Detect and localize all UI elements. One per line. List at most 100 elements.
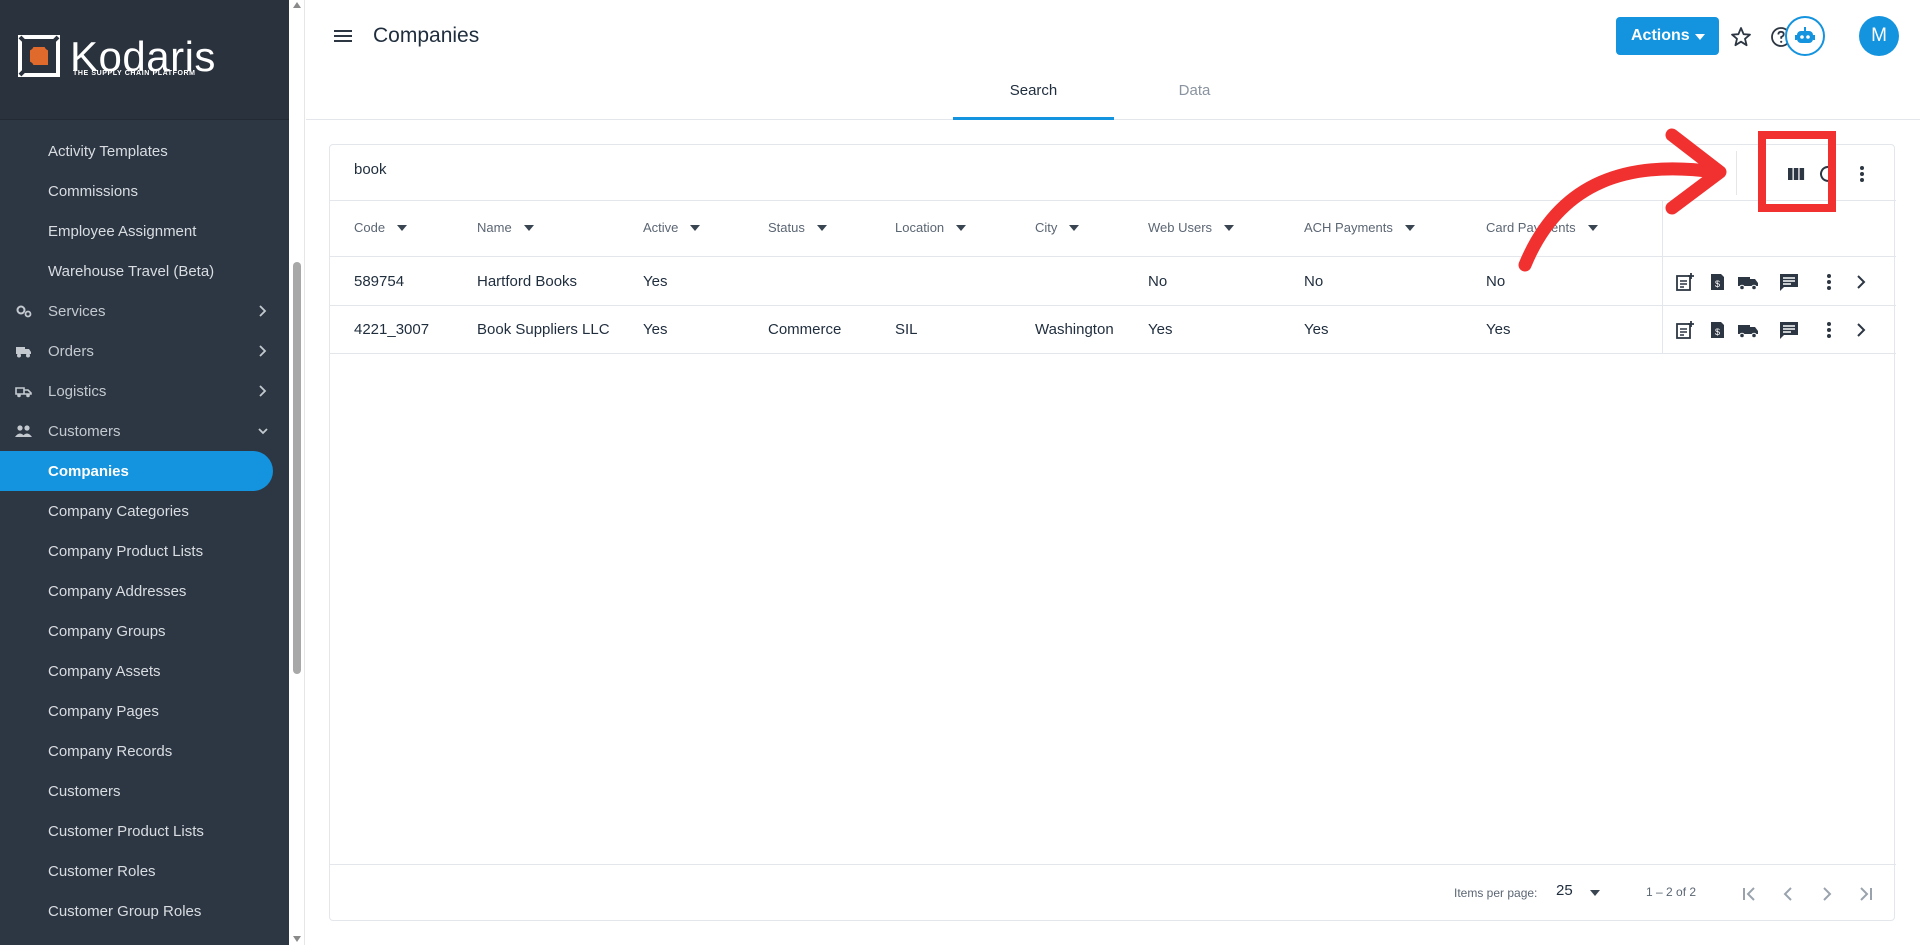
sidebar-item-commissions[interactable]: Commissions [0,171,289,211]
sidebar-scrollbar[interactable] [289,0,305,945]
hamburger-menu-icon[interactable] [332,26,354,46]
new-note-icon[interactable] [1674,319,1696,341]
actions-button-label: Actions [1631,27,1690,44]
sidebar-item-customers[interactable]: Customers [0,411,289,451]
star-favorite-icon[interactable] [1729,25,1753,49]
sidebar-item-customer-roles[interactable]: Customer Roles [0,851,289,891]
first-page-icon[interactable] [1737,882,1761,906]
sidebar-item-customer-group-roles[interactable]: Customer Group Roles [0,891,289,931]
app-root: Kodaris THE SUPPLY CHAIN PLATFORM Activi… [0,0,1920,945]
next-page-icon[interactable] [1815,882,1839,906]
column-header-name[interactable]: Name [477,220,534,235]
sidebar-item-label: Customer Roles [48,862,156,880]
gears-icon [16,305,32,318]
paginator: Items per page: 25 1 – 2 of 2 [330,864,1896,921]
cell-code: 589754 [354,273,405,290]
comment-icon[interactable] [1778,271,1800,293]
comment-icon[interactable] [1778,319,1800,341]
cell-ach-payments: Yes [1304,321,1329,338]
logo[interactable]: Kodaris THE SUPPLY CHAIN PLATFORM [0,0,289,120]
sort-caret-icon [956,224,967,231]
scrollbar-thumb[interactable] [293,262,301,674]
refresh-icon[interactable] [1817,163,1839,185]
cell-status: Commerce [768,321,842,338]
column-header-card-payments[interactable]: Card Payments [1486,220,1598,235]
column-header-code[interactable]: Code [354,220,408,235]
sidebar-item-customer-product-lists[interactable]: Customer Product Lists [0,811,289,851]
sidebar-item-label: Commissions [48,182,139,200]
new-note-icon[interactable] [1674,271,1696,293]
column-header-web-users[interactable]: Web Users [1148,220,1235,235]
sidebar-item-company-groups[interactable]: Company Groups [0,611,289,651]
column-label: Code [354,220,386,235]
sidebar-item-services[interactable]: Services [0,291,289,331]
chevron-right-icon[interactable] [1850,319,1872,341]
sidebar-item-orders[interactable]: Orders [0,331,289,371]
shipping-truck-icon[interactable] [1737,319,1759,341]
column-header-location[interactable]: Location [895,220,967,235]
view-columns-icon[interactable] [1785,163,1807,185]
table-row[interactable]: 589754 Hartford Books Yes No No No $ [330,258,1896,306]
search-input[interactable] [354,161,1654,178]
sort-caret-icon [1224,224,1235,231]
page-size-select[interactable]: 25 [1556,882,1602,904]
sidebar-item-company-categories[interactable]: Company Categories [0,491,289,531]
sidebar-item-label: Customer Product Lists [48,822,204,840]
sidebar-item-label: Activity Templates [48,142,168,160]
sort-icon[interactable] [1754,163,1776,185]
sidebar-item-company-assets[interactable]: Company Assets [0,651,289,691]
sidebar-item-company-product-lists[interactable]: Company Product Lists [0,531,289,571]
sidebar-item-label: Warehouse Travel (Beta) [48,262,215,280]
cell-active: Yes [643,321,668,338]
sidebar-item-employee-assignment[interactable]: Employee Assignment [0,211,289,251]
sidebar-item-label: Company Groups [48,622,166,640]
last-page-icon[interactable] [1854,882,1878,906]
table-row[interactable]: 4221_3007 Book Suppliers LLC Yes Commerc… [330,306,1896,354]
page-size-value: 25 [1556,882,1573,899]
sidebar-item-logistics[interactable]: Logistics [0,371,289,411]
page-header: Companies Actions M Search Data [306,0,1920,120]
sidebar-item-activity-templates[interactable]: Activity Templates [0,131,289,171]
user-avatar[interactable]: M [1859,16,1899,56]
results-card: Code Name Active Status Location City We… [329,144,1896,921]
column-header-active[interactable]: Active [643,220,701,235]
sidebar-item-label: Company Addresses [48,582,187,600]
sidebar-item-label: Customer Group Roles [48,902,202,920]
column-header-city[interactable]: City [1035,220,1080,235]
more-options-icon[interactable] [1851,163,1873,185]
sort-caret-icon [1404,224,1415,231]
page-range-label: 1 – 2 of 2 [1646,885,1697,899]
sidebar-item-company-pages[interactable]: Company Pages [0,691,289,731]
column-label: ACH Payments [1304,220,1393,235]
sidebar-item-label: Customers [48,782,121,800]
sidebar-item-customers-list[interactable]: Customers [0,771,289,811]
sort-caret-icon [397,224,408,231]
truck-icon [16,347,31,358]
shipping-truck-icon[interactable] [1737,271,1759,293]
column-header-status[interactable]: Status [768,220,827,235]
sidebar-item-companies[interactable]: Companies [0,451,273,491]
tab-search[interactable]: Search [953,82,1114,99]
assistant-bot-button[interactable] [1785,16,1825,56]
row-more-options-icon[interactable] [1818,319,1840,341]
invoice-icon[interactable]: $ [1706,271,1728,293]
sidebar-item-warehouse-travel[interactable]: Warehouse Travel (Beta) [0,251,289,291]
search-toolbar [330,145,1896,201]
invoice-icon[interactable]: $ [1706,319,1728,341]
scroll-up-arrow-icon[interactable] [293,2,301,8]
kodaris-logo-icon [18,35,60,77]
scroll-down-arrow-icon[interactable] [293,936,301,942]
delivery-van-icon [15,387,32,398]
tab-data[interactable]: Data [1114,82,1275,99]
sidebar-item-label: Company Product Lists [48,542,204,560]
sidebar-item-company-addresses[interactable]: Company Addresses [0,571,289,611]
column-header-ach-payments[interactable]: ACH Payments [1304,220,1415,235]
sidebar-item-company-records[interactable]: Company Records [0,731,289,771]
cell-card-payments: Yes [1486,321,1511,338]
actions-button[interactable]: Actions [1616,17,1719,55]
previous-page-icon[interactable] [1776,882,1800,906]
robot-icon [1795,27,1815,43]
row-more-options-icon[interactable] [1818,271,1840,293]
chevron-down-icon[interactable] [1705,163,1727,185]
chevron-right-icon[interactable] [1850,271,1872,293]
